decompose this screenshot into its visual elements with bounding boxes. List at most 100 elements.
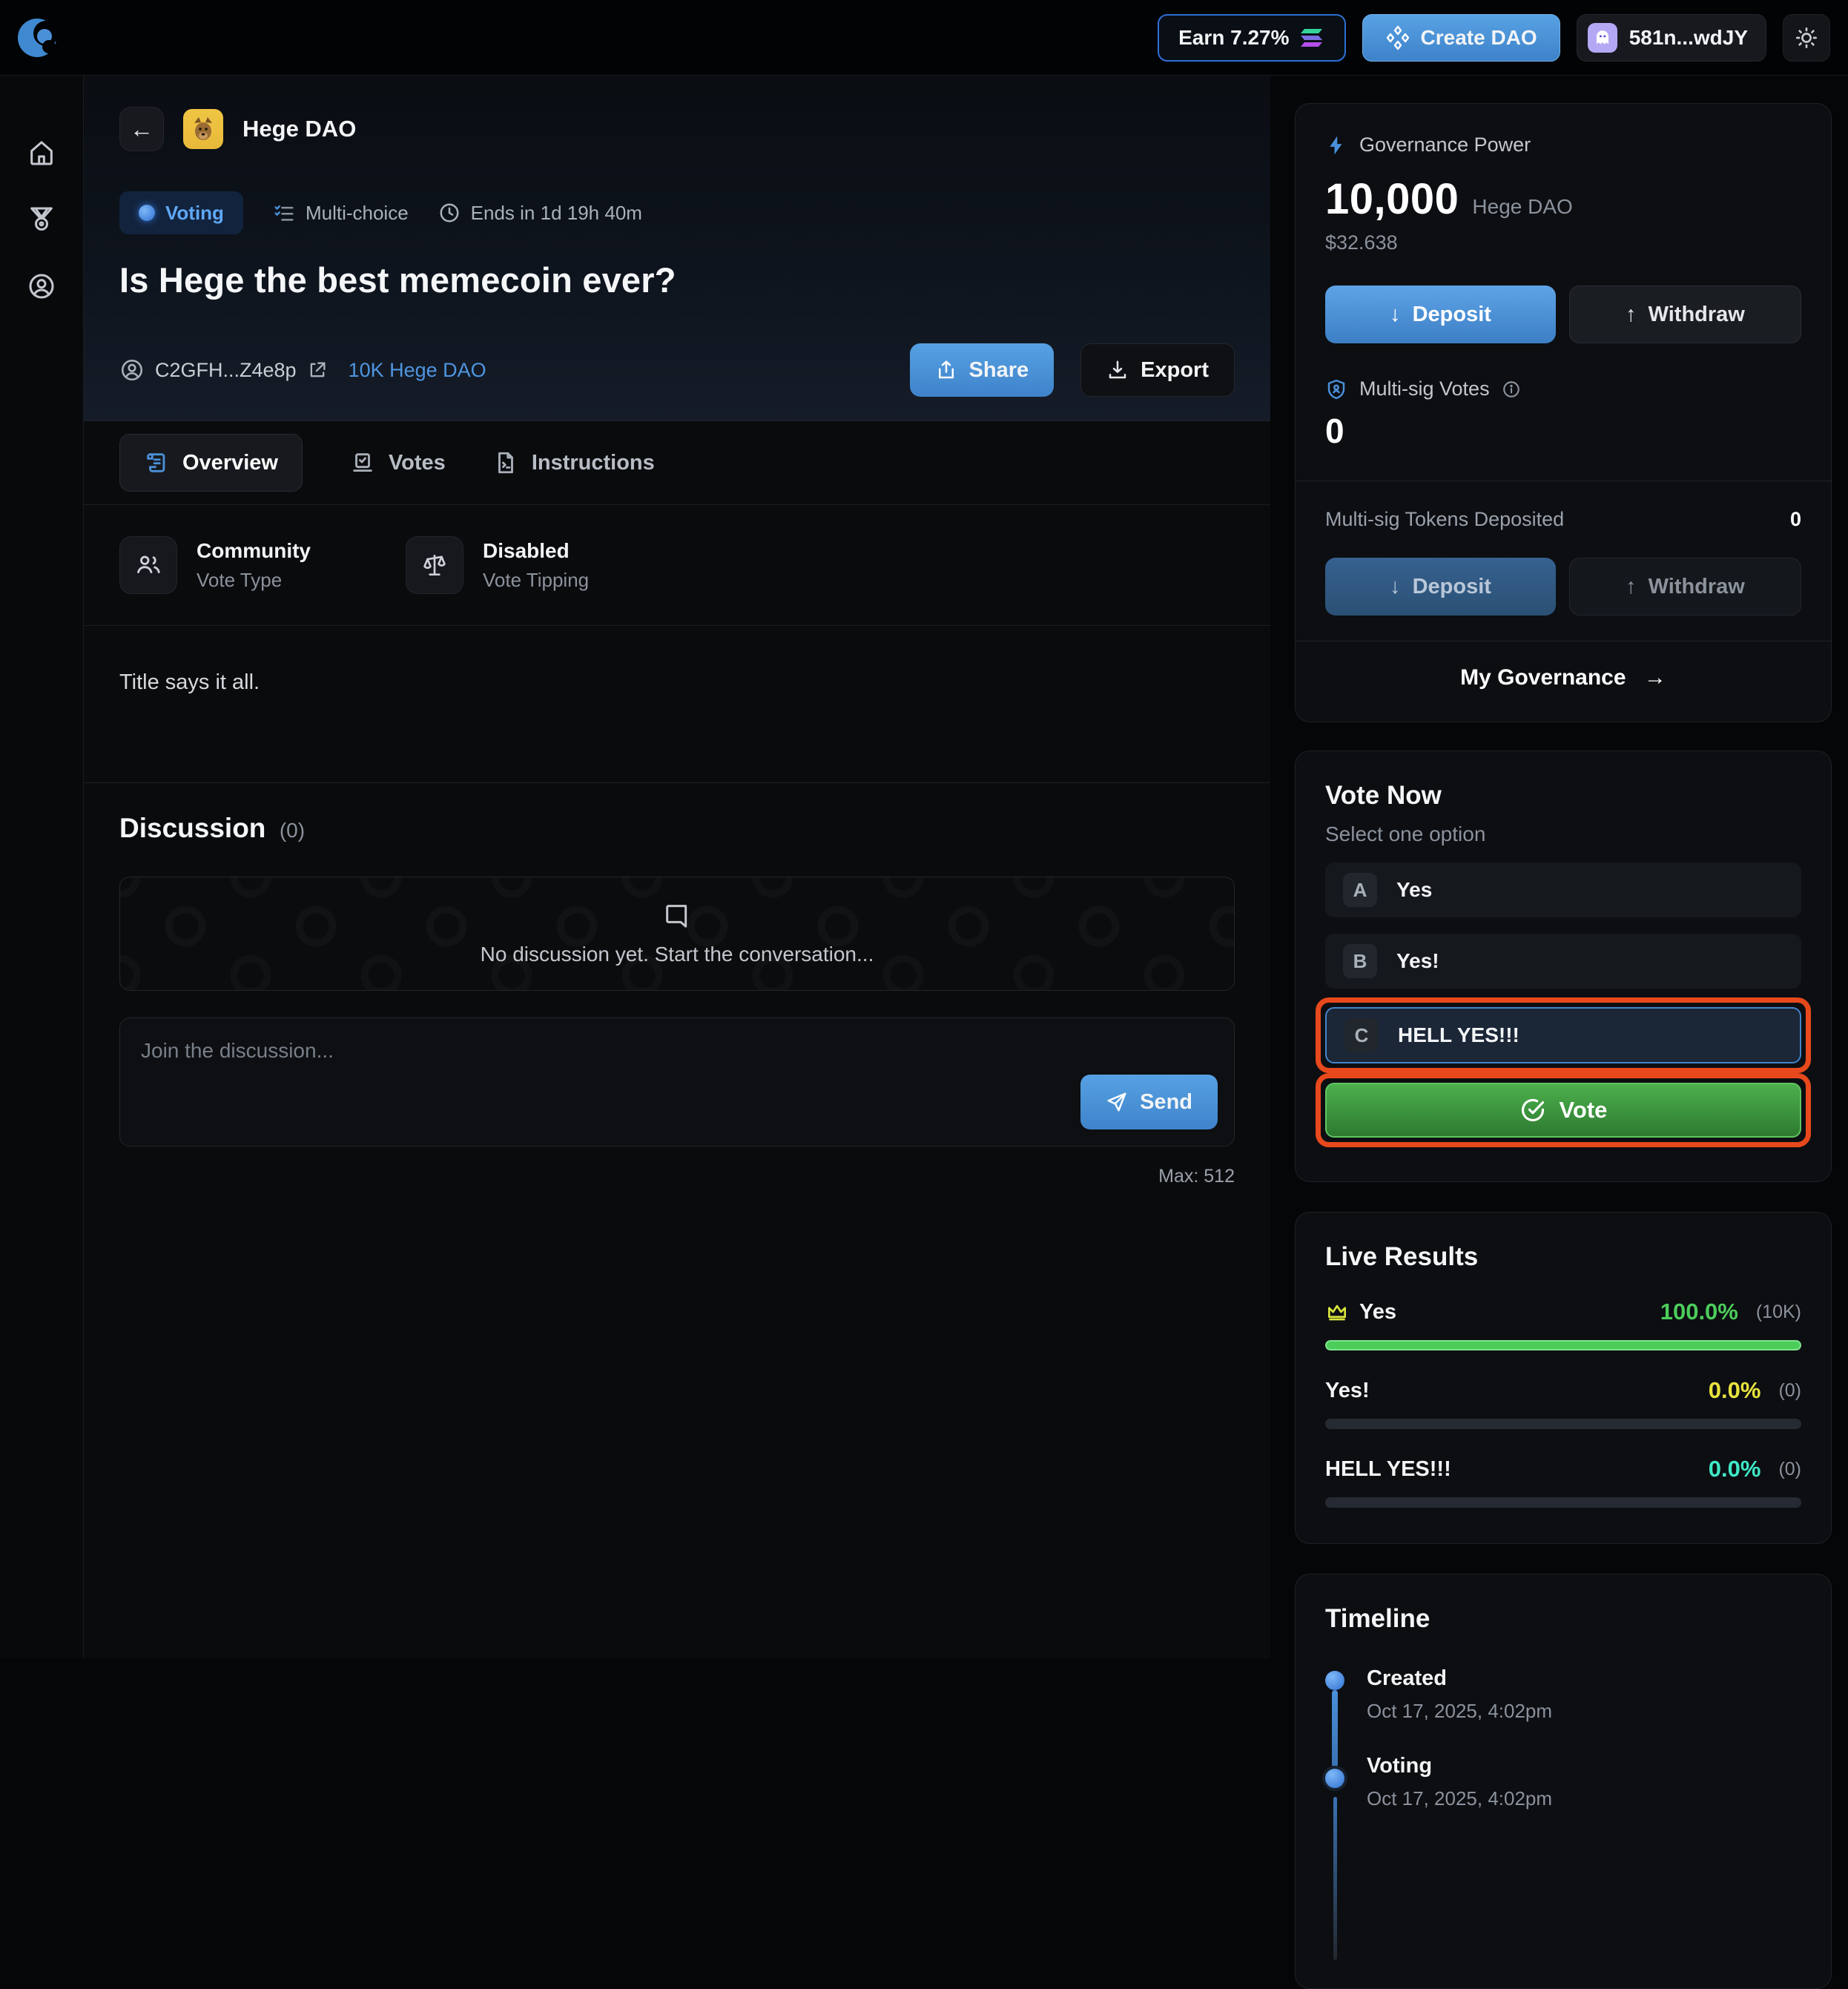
governance-power-label: Governance Power bbox=[1359, 133, 1531, 156]
shield-icon bbox=[1325, 378, 1347, 400]
rewards-nav-button[interactable] bbox=[18, 196, 65, 243]
discussion-input-box: Send bbox=[119, 1017, 1235, 1147]
result-row: Yes 100.0% (10K) bbox=[1325, 1299, 1801, 1350]
governance-usd-value: $32.638 bbox=[1325, 231, 1801, 254]
share-icon bbox=[935, 359, 957, 381]
result-bar bbox=[1325, 1419, 1801, 1429]
vote-button[interactable]: Vote bbox=[1325, 1083, 1801, 1138]
discussion-input[interactable] bbox=[120, 1018, 1234, 1146]
home-nav-button[interactable] bbox=[18, 129, 65, 177]
paper-plane-icon bbox=[1106, 1091, 1128, 1113]
timeline-event-created: Created Oct 17, 2025, 4:02pm bbox=[1367, 1666, 1801, 1723]
share-button[interactable]: Share bbox=[910, 343, 1055, 397]
vote-now-subheading: Select one option bbox=[1325, 822, 1801, 846]
left-navigation-rail bbox=[0, 76, 84, 1658]
vote-option-c-selected[interactable]: C HELL YES!!! bbox=[1325, 1007, 1801, 1063]
discussion-count: (0) bbox=[280, 819, 305, 842]
medal-icon bbox=[27, 205, 56, 234]
discussion-section: Discussion (0) No discussion yet. Start … bbox=[84, 783, 1270, 1217]
tab-bar: Overview Votes Instructions bbox=[84, 421, 1270, 505]
tab-votes[interactable]: Votes bbox=[350, 450, 446, 475]
governance-token: Hege DAO bbox=[1472, 195, 1572, 219]
author-address[interactable]: C2GFH...Z4e8p bbox=[155, 359, 297, 382]
external-link-icon[interactable] bbox=[307, 360, 328, 380]
my-governance-link[interactable]: My Governance → bbox=[1296, 641, 1831, 692]
clock-icon bbox=[438, 202, 461, 224]
profile-nav-button[interactable] bbox=[18, 263, 65, 310]
arrow-right-icon: → bbox=[1644, 665, 1666, 690]
top-bar: Earn 7.27% Create DAO 581n...wdJY bbox=[0, 0, 1848, 76]
author-avatar-icon bbox=[119, 357, 145, 383]
result-row: HELL YES!!! 0.0% (0) bbox=[1325, 1456, 1801, 1508]
home-icon bbox=[27, 138, 56, 168]
discussion-empty-state: No discussion yet. Start the conversatio… bbox=[119, 877, 1235, 991]
timeline-dot-icon bbox=[1325, 1671, 1344, 1690]
arrow-up-icon: ↑ bbox=[1626, 575, 1637, 599]
tab-instructions[interactable]: Instructions bbox=[493, 450, 655, 475]
info-icon[interactable] bbox=[1502, 380, 1521, 399]
arrow-left-icon: ← bbox=[130, 116, 154, 143]
status-badge: Voting bbox=[119, 191, 243, 234]
wallet-button[interactable]: 581n...wdJY bbox=[1577, 14, 1766, 62]
multisig-tokens-value: 0 bbox=[1790, 508, 1801, 531]
multisig-deposit-button[interactable]: ↓ Deposit bbox=[1325, 558, 1556, 616]
proposal-description: Title says it all. bbox=[119, 670, 1235, 695]
vote-type-meta: Community Vote Type bbox=[119, 536, 311, 594]
annotation-highlight-option: C HELL YES!!! bbox=[1316, 997, 1811, 1073]
vote-option-a[interactable]: A Yes bbox=[1325, 862, 1801, 917]
ends-in: Ends in 1d 19h 40m bbox=[438, 202, 642, 225]
main-content: ← Hege DAO Voting bbox=[84, 76, 1270, 1658]
send-button[interactable]: Send bbox=[1080, 1075, 1218, 1129]
lightning-icon bbox=[1325, 134, 1347, 156]
timeline-heading: Timeline bbox=[1325, 1604, 1801, 1634]
community-icon bbox=[134, 551, 162, 579]
arrow-up-icon: ↑ bbox=[1626, 303, 1637, 327]
file-code-icon bbox=[493, 450, 518, 475]
governance-amount: 10,000 bbox=[1325, 174, 1459, 224]
withdraw-button[interactable]: ↑ Withdraw bbox=[1569, 286, 1801, 343]
create-dao-button[interactable]: Create DAO bbox=[1362, 14, 1560, 62]
multichoice-icon bbox=[273, 202, 295, 224]
vote-now-heading: Vote Now bbox=[1325, 781, 1801, 811]
timeline-line bbox=[1332, 1690, 1338, 1767]
right-sidebar: Governance Power 10,000 Hege DAO $32.638… bbox=[1295, 76, 1832, 1989]
vote-now-panel: Vote Now Select one option A Yes B Yes! … bbox=[1295, 751, 1832, 1182]
create-dao-label: Create DAO bbox=[1421, 26, 1537, 50]
proposal-meta-row: Community Vote Type Disabled Vote Tippin… bbox=[84, 505, 1270, 626]
check-circle-icon bbox=[1519, 1097, 1546, 1124]
theme-toggle-button[interactable] bbox=[1783, 14, 1830, 62]
download-icon bbox=[1106, 359, 1129, 381]
option-key-chip: C bbox=[1344, 1018, 1379, 1052]
arrow-down-icon: ↓ bbox=[1390, 575, 1401, 599]
dao-avatar[interactable] bbox=[183, 109, 223, 149]
timeline-dot-icon bbox=[1322, 1766, 1347, 1791]
realms-logo-icon[interactable] bbox=[16, 17, 58, 59]
proposal-title: Is Hege the best memecoin ever? bbox=[119, 260, 1235, 300]
earn-label: Earn 7.27% bbox=[1178, 26, 1289, 50]
result-row: Yes! 0.0% (0) bbox=[1325, 1377, 1801, 1429]
proposal-body: Title says it all. bbox=[84, 626, 1270, 783]
vote-option-b[interactable]: B Yes! bbox=[1325, 934, 1801, 989]
multisig-withdraw-button[interactable]: ↑ Withdraw bbox=[1569, 558, 1801, 616]
option-key-chip: B bbox=[1343, 944, 1377, 978]
voter-weight-link[interactable]: 10K Hege DAO bbox=[349, 359, 486, 382]
discussion-empty-text: No discussion yet. Start the conversatio… bbox=[481, 943, 874, 966]
deposit-button[interactable]: ↓ Deposit bbox=[1325, 286, 1556, 343]
multisig-votes-label: Multi-sig Votes bbox=[1359, 377, 1490, 400]
annotation-highlight-vote: Vote bbox=[1316, 1073, 1811, 1147]
tab-overview[interactable]: Overview bbox=[119, 434, 303, 492]
back-button[interactable]: ← bbox=[119, 107, 164, 151]
diamonds-icon bbox=[1385, 25, 1410, 50]
crown-icon bbox=[1325, 1300, 1349, 1324]
vote-tipping-meta: Disabled Vote Tipping bbox=[406, 536, 589, 594]
comment-icon bbox=[662, 901, 692, 931]
dao-name[interactable]: Hege DAO bbox=[242, 116, 356, 142]
scroll-icon bbox=[144, 450, 169, 475]
wallet-address: 581n...wdJY bbox=[1629, 26, 1748, 50]
option-key-chip: A bbox=[1343, 873, 1377, 907]
export-button[interactable]: Export bbox=[1080, 343, 1235, 397]
result-bar bbox=[1325, 1497, 1801, 1508]
earn-button[interactable]: Earn 7.27% bbox=[1158, 14, 1345, 62]
timeline-event-voting: Voting Oct 17, 2025, 4:02pm bbox=[1367, 1754, 1801, 1810]
max-chars-label: Max: 512 bbox=[119, 1166, 1235, 1187]
